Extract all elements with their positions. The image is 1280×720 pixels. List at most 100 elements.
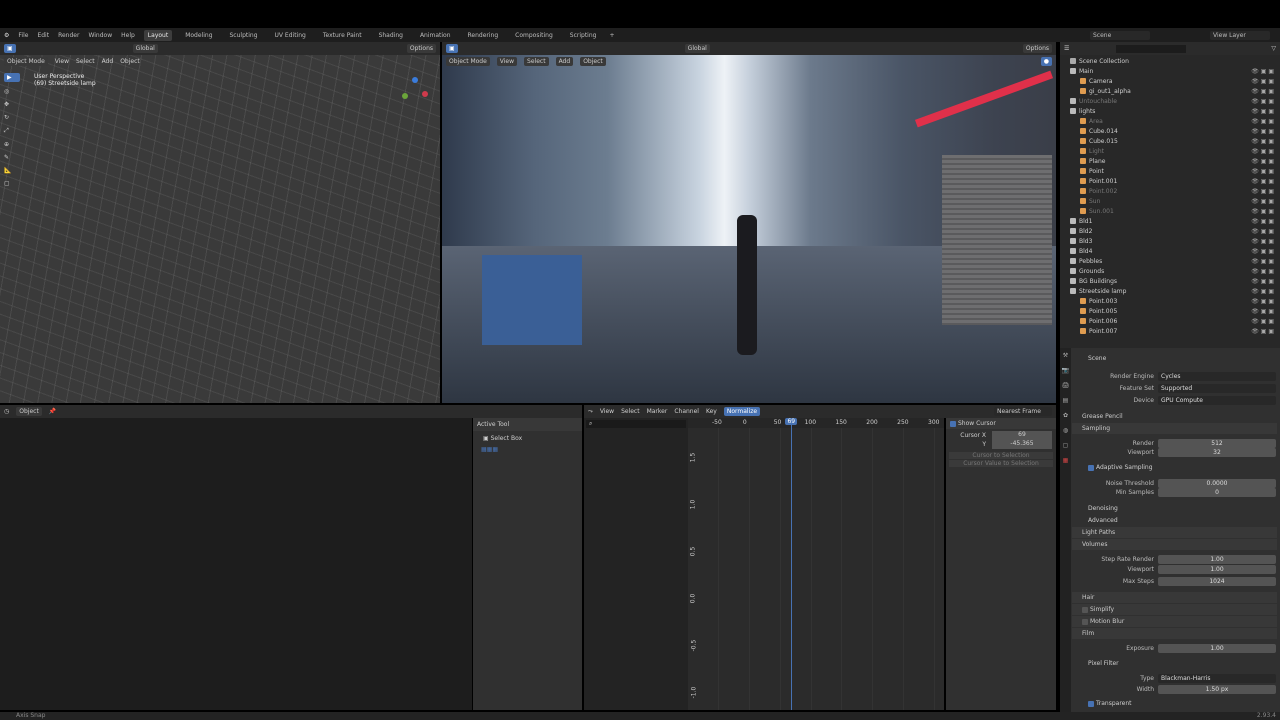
visibility-toggles[interactable]: 👁 ▣ ▣ <box>1251 168 1274 175</box>
menu-add[interactable]: Add <box>555 57 574 66</box>
outliner-row[interactable]: Untouchable 👁 ▣ ▣ <box>1060 96 1280 106</box>
menu-key[interactable]: Key <box>706 408 717 415</box>
viewport-3d-rendered[interactable]: Object Mode View Select Add Object ● <box>442 55 1056 403</box>
visibility-toggles[interactable]: 👁 ▣ ▣ <box>1251 238 1274 245</box>
view-layer-tab-icon[interactable]: ▤ <box>1063 397 1069 404</box>
bottom-editor-area[interactable] <box>0 418 472 710</box>
outliner-row[interactable]: Grounds 👁 ▣ ▣ <box>1060 266 1280 276</box>
visibility-toggles[interactable]: 👁 ▣ ▣ <box>1251 208 1274 215</box>
device-dropdown[interactable]: GPU Compute <box>1158 396 1276 405</box>
outliner-row[interactable]: Point.002 👁 ▣ ▣ <box>1060 186 1280 196</box>
menu-select[interactable]: Select <box>524 57 549 66</box>
options-dropdown[interactable]: Options <box>1022 44 1052 53</box>
blender-logo-icon[interactable]: ⚙ <box>4 32 9 39</box>
render-samples-field[interactable]: 512 <box>1158 439 1276 448</box>
outliner-row[interactable]: Light 👁 ▣ ▣ <box>1060 146 1280 156</box>
outliner-row[interactable]: Pebbles 👁 ▣ ▣ <box>1060 256 1280 266</box>
outliner-row[interactable]: Bld1 👁 ▣ ▣ <box>1060 216 1280 226</box>
menu-channel[interactable]: Channel <box>674 408 699 415</box>
graph-editor-icon[interactable]: ⤳ <box>588 408 593 416</box>
scene-collection[interactable]: Scene Collection <box>1060 56 1280 66</box>
tab-shading[interactable]: Shading <box>375 30 407 41</box>
outliner-row[interactable]: Main 👁 ▣ ▣ <box>1060 66 1280 76</box>
menu-view[interactable]: View <box>600 408 614 415</box>
tab-uv-editing[interactable]: UV Editing <box>271 30 310 41</box>
volumes-panel[interactable]: Volumes <box>1072 539 1277 550</box>
cursor-to-selection-button[interactable]: Cursor to Selection <box>949 452 1053 459</box>
add-workspace-button[interactable]: + <box>609 32 614 39</box>
select-box-icon[interactable]: ▣ <box>446 44 458 53</box>
menu-add[interactable]: Add <box>102 58 114 65</box>
outliner-row[interactable]: Plane 👁 ▣ ▣ <box>1060 156 1280 166</box>
show-cursor-checkbox[interactable]: Show Cursor <box>946 418 1056 429</box>
orientation-dropdown[interactable]: Global <box>684 44 710 53</box>
visibility-toggles[interactable]: 👁 ▣ ▣ <box>1251 248 1274 255</box>
visibility-toggles[interactable]: 👁 ▣ ▣ <box>1251 298 1274 305</box>
render-engine-dropdown[interactable]: Cycles <box>1158 372 1276 381</box>
tab-texture-paint[interactable]: Texture Paint <box>319 30 366 41</box>
scale-tool-icon[interactable]: ⤢ <box>4 127 20 135</box>
outliner-row[interactable]: Point.007 👁 ▣ ▣ <box>1060 326 1280 336</box>
outliner-row[interactable]: Bld3 👁 ▣ ▣ <box>1060 236 1280 246</box>
noise-threshold-field[interactable]: 0.0000 <box>1158 479 1276 488</box>
menu-render[interactable]: Render <box>58 32 79 39</box>
tab-modeling[interactable]: Modeling <box>181 30 216 41</box>
menu-marker[interactable]: Marker <box>647 408 668 415</box>
step-rate-viewport-field[interactable]: 1.00 <box>1158 565 1276 574</box>
cursor-y-field[interactable]: -45.365 <box>992 440 1052 449</box>
navigation-gizmo[interactable] <box>398 77 428 107</box>
outliner-row[interactable]: Cube.014 👁 ▣ ▣ <box>1060 126 1280 136</box>
channel-list[interactable]: ⌕ <box>584 418 688 710</box>
visibility-toggles[interactable]: 👁 ▣ ▣ <box>1251 278 1274 285</box>
sampling-panel[interactable]: Sampling <box>1072 423 1277 434</box>
active-tool-header[interactable]: Active Tool <box>473 418 582 431</box>
add-cube-tool-icon[interactable]: ▢ <box>4 180 20 187</box>
tool-tab-icon[interactable]: ⚒ <box>1063 352 1068 359</box>
menu-object[interactable]: Object <box>120 58 140 65</box>
visibility-toggles[interactable]: 👁 ▣ ▣ <box>1251 178 1274 185</box>
outliner-search-input[interactable] <box>1116 44 1187 53</box>
selection-mode-icons[interactable]: ▦▦▦ <box>473 446 582 453</box>
visibility-toggles[interactable]: 👁 ▣ ▣ <box>1251 68 1274 75</box>
visibility-toggles[interactable]: 👁 ▣ ▣ <box>1251 268 1274 275</box>
interpolation-dropdown[interactable]: Nearest Frame <box>994 407 1052 416</box>
menu-file[interactable]: File <box>18 32 28 39</box>
cursor-x-field[interactable]: 69 <box>992 431 1052 440</box>
texture-tab-icon[interactable]: ▦ <box>1063 457 1069 464</box>
adaptive-sampling-checkbox[interactable]: Adaptive Sampling <box>1088 464 1153 471</box>
collection-tab-icon[interactable]: ▢ <box>1063 442 1069 449</box>
tab-layout[interactable]: Layout <box>143 29 173 41</box>
filter-type-dropdown[interactable]: Blackman-Harris <box>1158 674 1276 683</box>
menu-window[interactable]: Window <box>88 32 112 39</box>
outliner-row[interactable]: Point 👁 ▣ ▣ <box>1060 166 1280 176</box>
normalize-toggle[interactable]: Normalize <box>723 407 761 416</box>
playhead-line[interactable] <box>791 418 793 710</box>
mode-dropdown[interactable]: Object Mode <box>446 57 490 66</box>
min-samples-field[interactable]: 0 <box>1158 488 1276 497</box>
tab-sculpting[interactable]: Sculpting <box>226 30 262 41</box>
outliner-row[interactable]: BG Buildings 👁 ▣ ▣ <box>1060 276 1280 286</box>
current-frame-indicator[interactable]: 69 <box>785 418 798 425</box>
menu-edit[interactable]: Edit <box>37 32 49 39</box>
film-panel[interactable]: Film <box>1072 628 1277 639</box>
filter-icon[interactable]: ▽ <box>1271 45 1276 52</box>
visibility-toggles[interactable]: 👁 ▣ ▣ <box>1251 148 1274 155</box>
rotate-tool-icon[interactable]: ↻ <box>4 114 20 121</box>
menu-view[interactable]: View <box>496 57 518 66</box>
menu-view[interactable]: View <box>55 58 69 65</box>
visibility-toggles[interactable]: 👁 ▣ ▣ <box>1251 308 1274 315</box>
visibility-toggles[interactable]: 👁 ▣ ▣ <box>1251 258 1274 265</box>
graph-area[interactable]: -50 0 50 100 150 200 250 300 1.5 1.0 0.5 0.0 -0.5 -1.… <box>688 418 944 710</box>
visibility-toggles[interactable]: 👁 ▣ ▣ <box>1251 228 1274 235</box>
shading-rendered-icon[interactable]: ● <box>1040 57 1052 66</box>
tab-animation[interactable]: Animation <box>416 30 455 41</box>
world-tab-icon[interactable]: ◍ <box>1063 427 1068 434</box>
select-box-icon[interactable]: ▣ <box>4 44 16 53</box>
pin-icon[interactable]: 📌 <box>49 408 56 415</box>
annotate-tool-icon[interactable]: ✎ <box>4 154 20 161</box>
display-mode-icon[interactable]: ☰ <box>1064 45 1069 52</box>
measure-tool-icon[interactable]: 📐 <box>4 167 20 174</box>
max-steps-field[interactable]: 1024 <box>1158 577 1276 586</box>
outliner-row[interactable]: Bld2 👁 ▣ ▣ <box>1060 226 1280 236</box>
cursor-value-to-selection-button[interactable]: Cursor Value to Selection <box>949 460 1053 467</box>
